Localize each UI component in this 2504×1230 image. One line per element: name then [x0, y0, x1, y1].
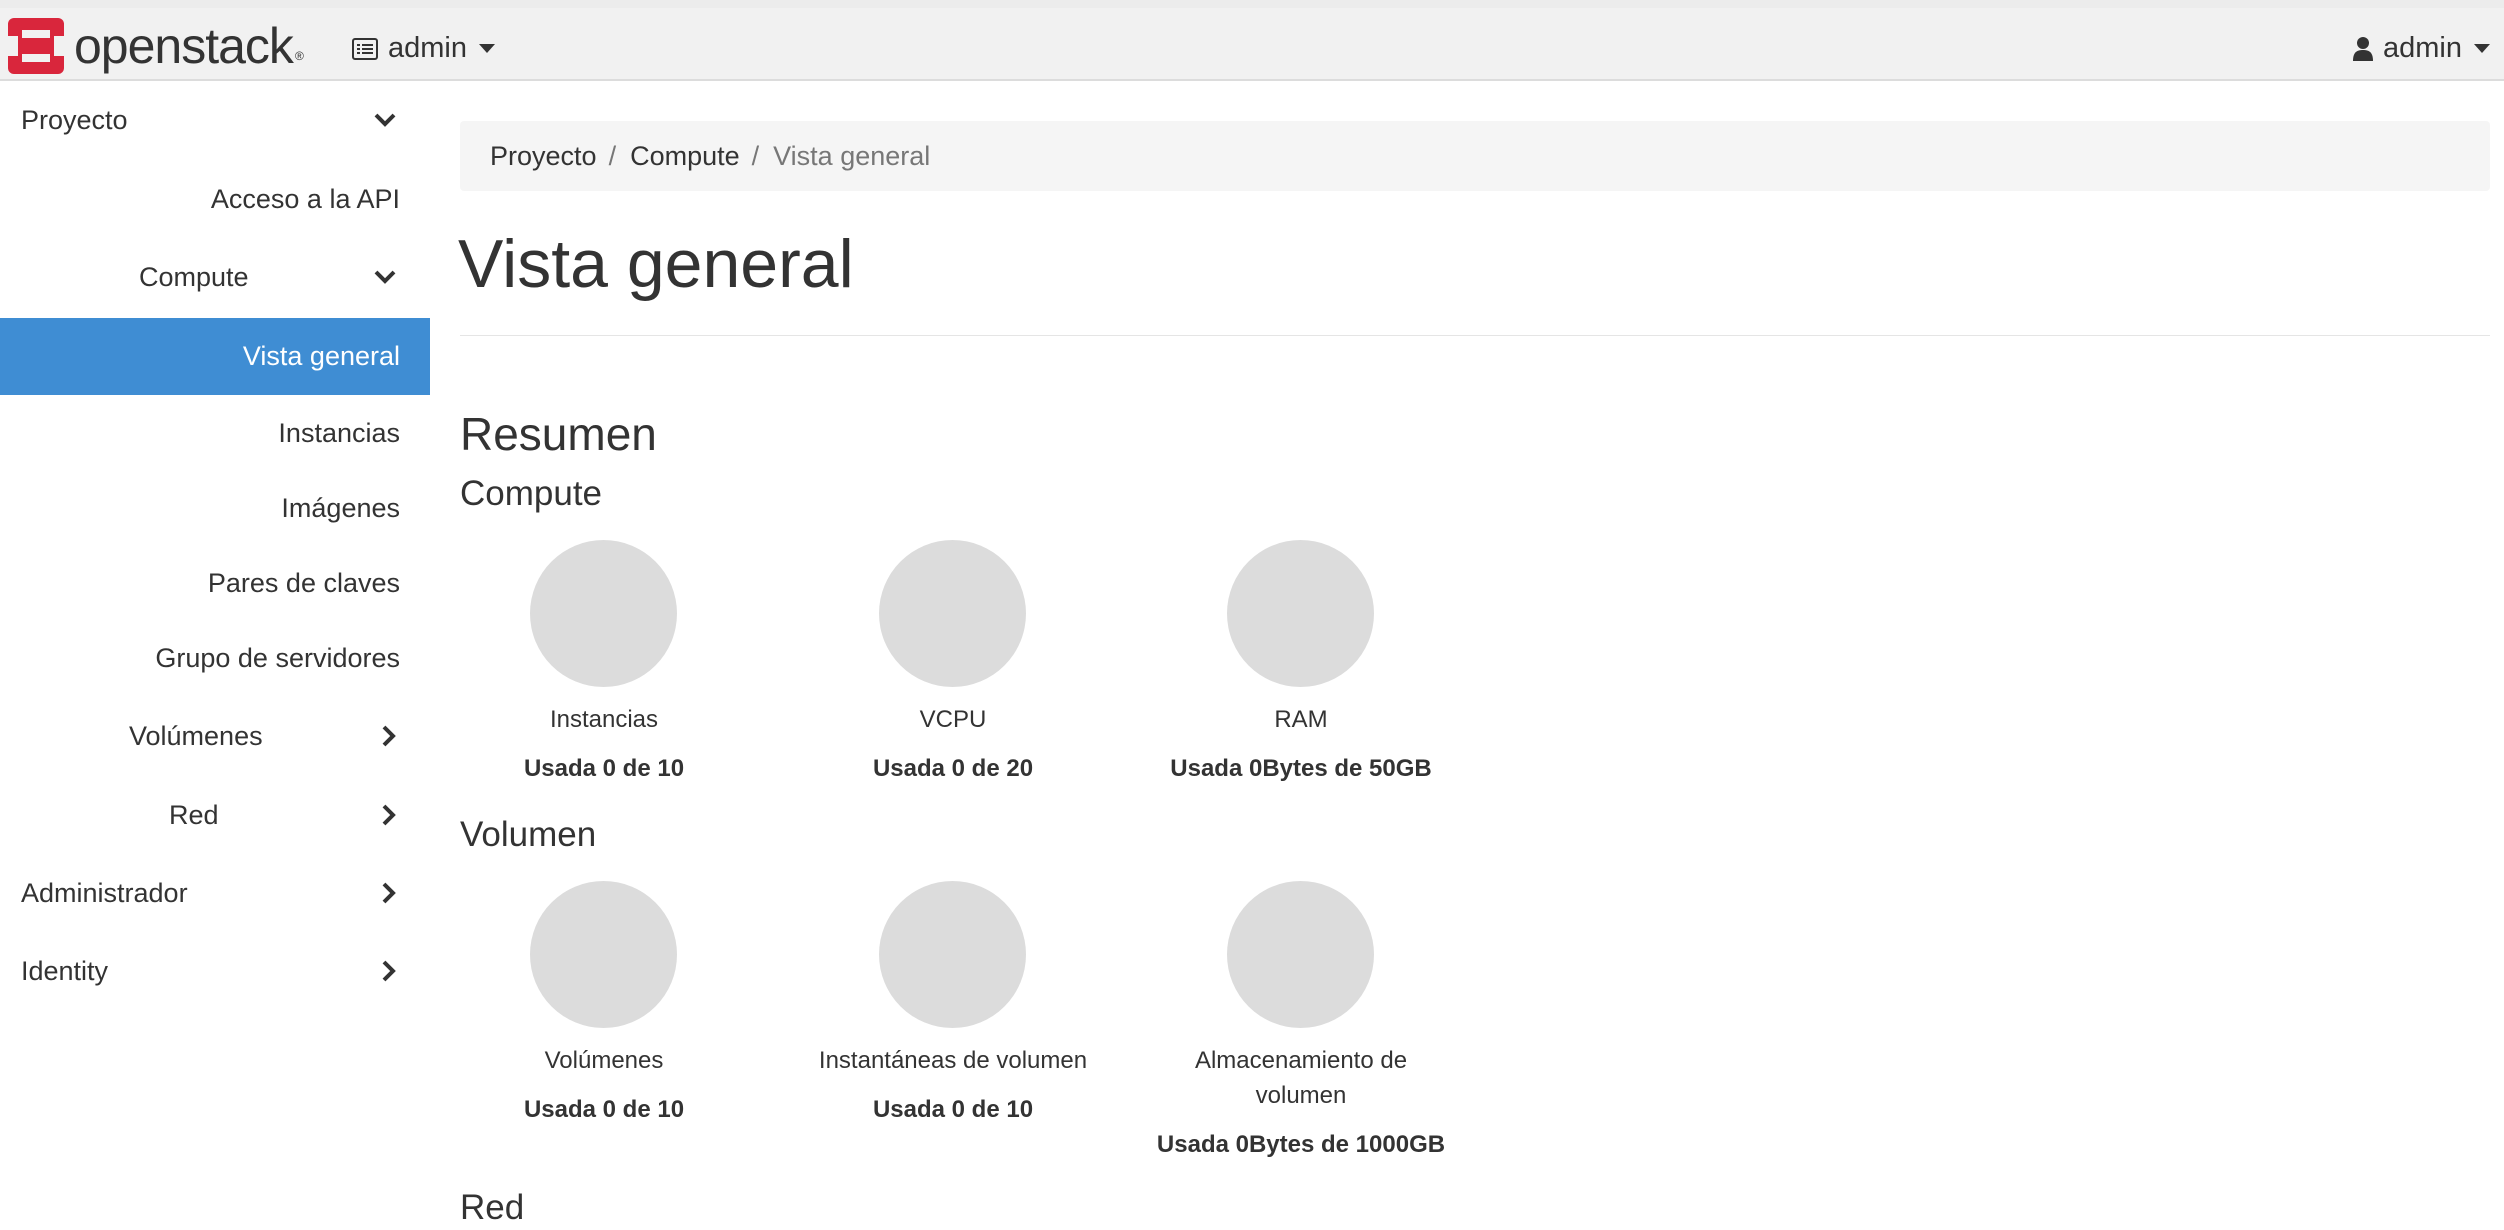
volumes-chart-label: Volúmenes: [544, 1047, 664, 1074]
sidebar-item-label: Proyecto: [21, 104, 128, 135]
caret-down-icon: [2474, 44, 2490, 53]
sidebar-item-overview[interactable]: Vista general: [0, 318, 430, 395]
top-navbar: openstack ® admin admin: [0, 8, 2504, 81]
breadcrumb-project[interactable]: Proyecto: [490, 141, 597, 172]
sidebar-item-label: Acceso a la API: [210, 183, 400, 214]
user-menu-label: admin: [2383, 32, 2462, 64]
sidebar-item-server-groups[interactable]: Grupo de servidores: [0, 637, 430, 679]
volume-heading: Volumen: [460, 815, 597, 854]
project-selector-dropdown[interactable]: admin: [352, 32, 495, 65]
chevron-right-icon: [374, 956, 404, 986]
sidebar-item-label: Compute: [139, 261, 249, 292]
volume-snapshots-usage-text: Usada 0 de 10: [872, 1096, 1034, 1123]
sidebar-item-project[interactable]: Proyecto: [0, 99, 430, 141]
sidebar-item-label: Pares de claves: [207, 567, 400, 598]
user-menu-dropdown[interactable]: admin: [2353, 32, 2490, 65]
volume-snapshots-usage-pie: [879, 881, 1026, 1028]
sidebar-item-label: Volúmenes: [129, 720, 263, 751]
title-divider: [460, 335, 2490, 336]
caret-down-icon: [479, 44, 495, 53]
instances-usage-text: Usada 0 de 10: [523, 755, 685, 782]
ram-usage-text: Usada 0Bytes de 50GB: [1170, 755, 1432, 782]
sidebar-item-label: Imágenes: [281, 492, 400, 523]
breadcrumb: Proyecto / Compute / Vista general: [460, 121, 2490, 191]
sidebar-item-api-access[interactable]: Acceso a la API: [0, 178, 430, 220]
sidebar-item-label: Grupo de servidores: [155, 642, 400, 673]
breadcrumb-current: Vista general: [773, 140, 931, 171]
sidebar-item-instances[interactable]: Instancias: [0, 412, 430, 454]
sidebar-item-label: Vista general: [242, 341, 400, 371]
sidebar-item-label: Instancias: [278, 417, 400, 448]
vcpu-usage-text: Usada 0 de 20: [872, 755, 1034, 782]
openstack-logo-icon: [8, 18, 64, 74]
list-icon: [352, 37, 378, 60]
brand-name: openstack: [74, 18, 294, 74]
sidebar-item-volumes[interactable]: Volúmenes: [0, 715, 430, 757]
ram-chart-label: RAM: [1274, 706, 1328, 733]
sidebar-item-network[interactable]: Red: [0, 794, 430, 836]
sidebar-item-label: Red: [169, 799, 219, 830]
instances-chart-label: Instancias: [549, 706, 659, 733]
ram-usage-pie: [1227, 540, 1374, 687]
project-selector-label: admin: [388, 32, 467, 64]
sidebar-item-keypairs[interactable]: Pares de claves: [0, 562, 430, 604]
sidebar-item-label: Identity: [21, 955, 109, 986]
volume-snapshots-chart-label: Instantáneas de volumen: [818, 1047, 1088, 1074]
sidebar-item-admin[interactable]: Administrador: [0, 872, 430, 914]
vcpu-usage-pie: [879, 540, 1026, 687]
chevron-right-icon: [374, 800, 404, 830]
user-icon: [2353, 36, 2373, 61]
chevron-right-icon: [374, 721, 404, 751]
sidebar-item-compute[interactable]: Compute: [0, 256, 430, 298]
volumes-usage-pie: [530, 881, 677, 1028]
sidebar: Proyecto Acceso a la API Compute Vista g…: [0, 81, 430, 1230]
volume-storage-usage-pie: [1227, 881, 1374, 1028]
breadcrumb-separator: /: [608, 140, 617, 171]
compute-heading: Compute: [460, 474, 603, 513]
vcpu-chart-label: VCPU: [919, 706, 987, 733]
volumes-usage-text: Usada 0 de 10: [523, 1096, 685, 1123]
chevron-right-icon: [374, 878, 404, 908]
chevron-down-icon: [370, 105, 400, 135]
sidebar-item-images[interactable]: Imágenes: [0, 487, 430, 529]
page-title: Vista general: [458, 226, 854, 302]
breadcrumb-compute[interactable]: Compute: [630, 141, 740, 172]
network-heading: Red: [460, 1188, 525, 1227]
breadcrumb-separator: /: [751, 140, 760, 171]
instances-usage-pie: [530, 540, 677, 687]
sidebar-item-label: Administrador: [21, 877, 188, 908]
sidebar-item-identity[interactable]: Identity: [0, 950, 430, 992]
volume-storage-chart-label: Almacenamiento de volumen: [1194, 1047, 1408, 1109]
summary-heading: Resumen: [460, 408, 657, 460]
volume-storage-usage-text: Usada 0Bytes de 1000GB: [1156, 1131, 1446, 1158]
chevron-down-icon: [370, 262, 400, 292]
window-top-strip: [0, 0, 2504, 8]
openstack-logo[interactable]: openstack ®: [8, 18, 304, 74]
